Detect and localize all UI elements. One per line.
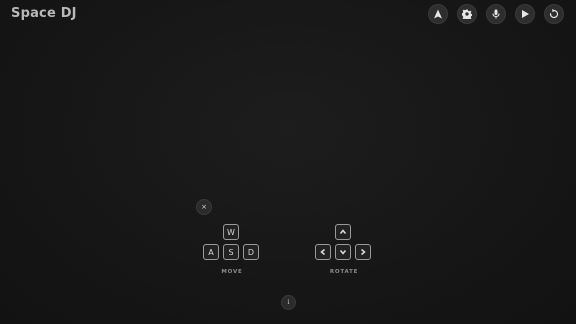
- navigation-arrow-icon: [434, 9, 442, 19]
- reset-button[interactable]: [544, 4, 564, 24]
- key-s[interactable]: S: [223, 244, 239, 260]
- key-up[interactable]: [335, 224, 351, 240]
- key-down[interactable]: [335, 244, 351, 260]
- settings-button[interactable]: [457, 4, 477, 24]
- key-w[interactable]: W: [223, 224, 239, 240]
- gear-icon: [462, 9, 472, 19]
- microphone-icon: [492, 9, 500, 19]
- reset-icon: [549, 9, 559, 19]
- left-arrow-icon: [320, 248, 326, 256]
- toolbar: [428, 4, 564, 24]
- right-arrow-icon: [360, 248, 366, 256]
- down-arrow-icon: [339, 249, 347, 255]
- microphone-button[interactable]: [486, 4, 506, 24]
- key-right[interactable]: [355, 244, 371, 260]
- up-arrow-icon: [339, 229, 347, 235]
- close-controls-button[interactable]: ×: [196, 199, 212, 215]
- app-title: Space DJ: [11, 6, 77, 21]
- move-label: MOVE: [221, 269, 243, 275]
- rotate-label: ROTATE: [329, 269, 359, 275]
- play-button[interactable]: [515, 4, 535, 24]
- navigation-button[interactable]: [428, 4, 448, 24]
- info-button[interactable]: i: [281, 295, 296, 310]
- key-d[interactable]: D: [243, 244, 259, 260]
- play-icon: [522, 10, 529, 18]
- key-left[interactable]: [315, 244, 331, 260]
- key-a[interactable]: A: [203, 244, 219, 260]
